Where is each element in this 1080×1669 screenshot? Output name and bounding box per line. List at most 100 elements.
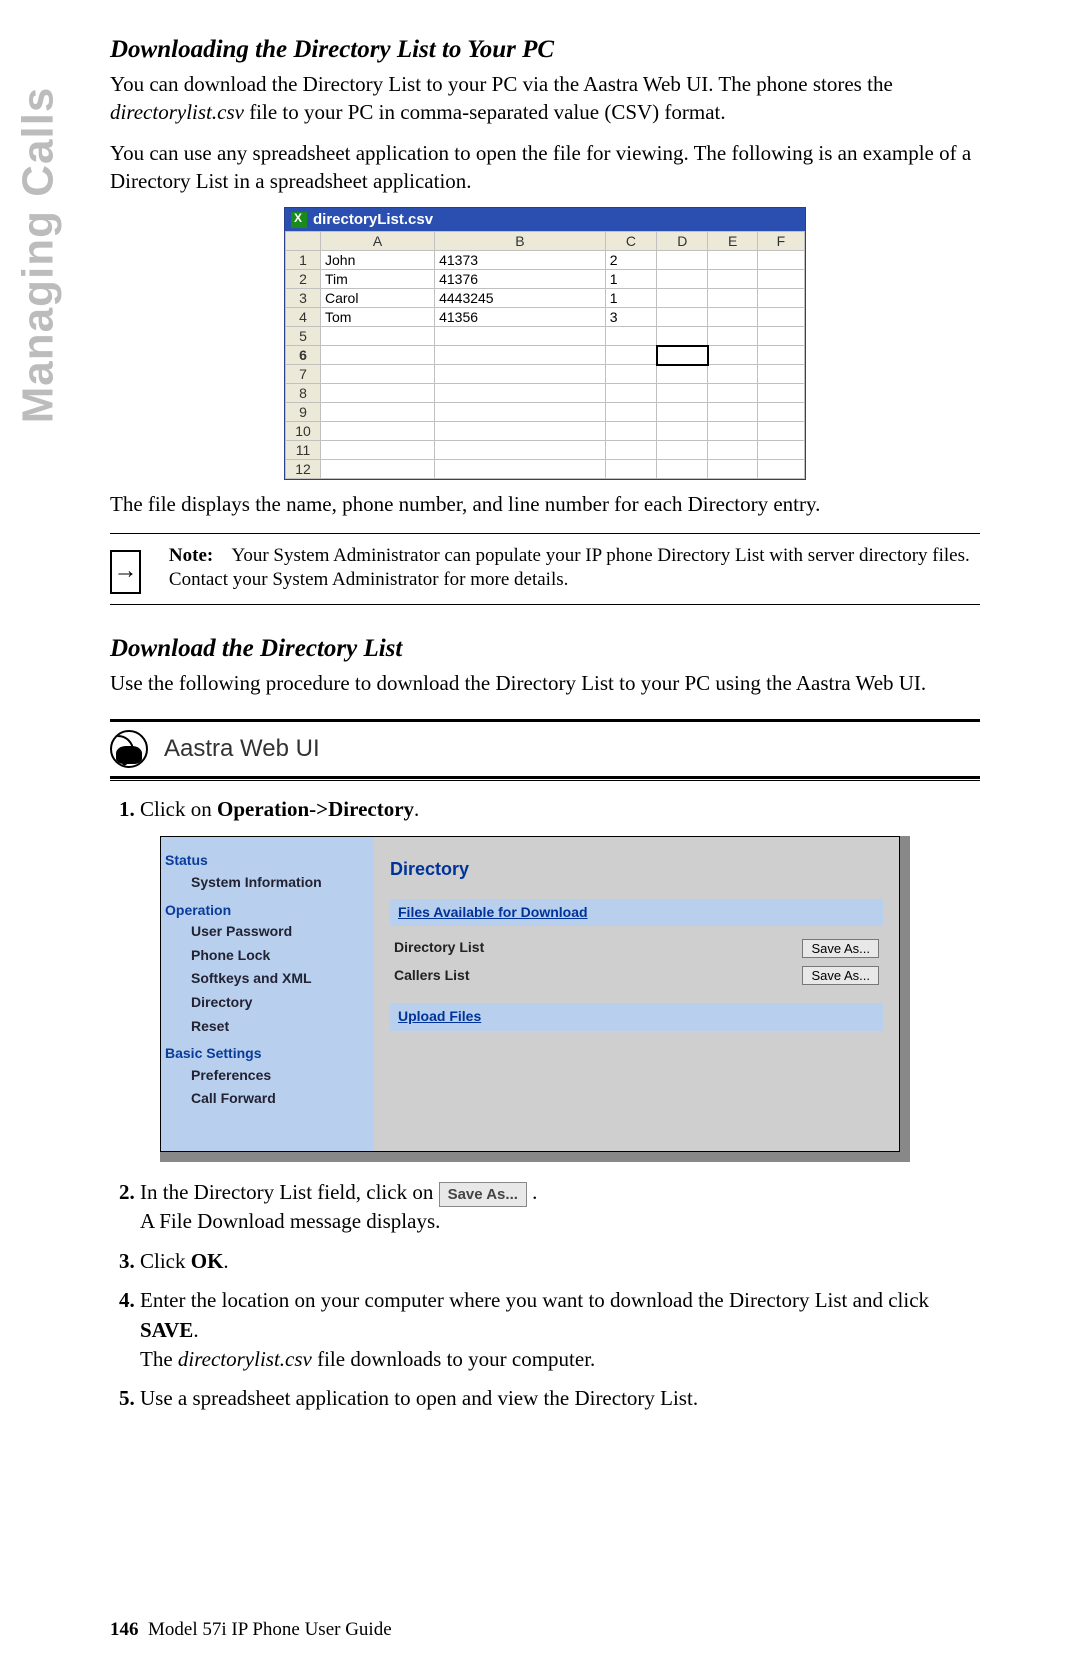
- section-upload-files: Upload Files: [390, 1003, 883, 1031]
- save-label: SAVE: [140, 1318, 193, 1342]
- chapter-side-title: Managing Calls: [13, 87, 63, 424]
- steps-list: Click on Operation->Directory. Status Sy…: [110, 795, 980, 1414]
- label: Directory List: [394, 938, 484, 958]
- nav-section-basic[interactable]: Basic Settings: [165, 1044, 370, 1064]
- nav-section-operation[interactable]: Operation: [165, 901, 370, 921]
- cell: John: [321, 251, 435, 270]
- nav-item-phonelock[interactable]: Phone Lock: [191, 944, 370, 968]
- ok-label: OK: [191, 1249, 224, 1273]
- cell: 4443245: [435, 289, 606, 308]
- table-row: 1John413732: [286, 251, 805, 270]
- nav-item-prefs[interactable]: Preferences: [191, 1064, 370, 1088]
- nav-item-reset[interactable]: Reset: [191, 1015, 370, 1039]
- row-header: 6: [286, 346, 321, 365]
- save-as-button[interactable]: Save As...: [802, 939, 879, 958]
- table-row: 2Tim413761: [286, 270, 805, 289]
- nav-item-softkeys[interactable]: Softkeys and XML: [191, 967, 370, 991]
- save-as-button[interactable]: Save As...: [802, 966, 879, 985]
- spreadsheet-grid: A B C D E F 1John413732 2Tim413761 3Caro…: [285, 231, 805, 479]
- text: file to your PC in comma-separated value…: [249, 100, 725, 124]
- spreadsheet-titlebar: directoryList.csv: [285, 208, 805, 231]
- para-procedure: Use the following procedure to download …: [110, 669, 980, 697]
- col-header: D: [657, 232, 708, 251]
- table-row: 4Tom413563: [286, 308, 805, 327]
- aastra-bar: Aastra Web UI: [110, 719, 980, 781]
- row-header: 5: [286, 327, 321, 346]
- row-header: 12: [286, 460, 321, 479]
- step-1: Click on Operation->Directory. Status Sy…: [140, 795, 980, 1162]
- nav-section-status[interactable]: Status: [165, 851, 370, 871]
- page-footer: 146 Model 57i IP Phone User Guide: [110, 1619, 392, 1641]
- text: .: [223, 1249, 228, 1273]
- step-5: Use a spreadsheet application to open an…: [140, 1384, 980, 1413]
- table-row: 10: [286, 422, 805, 441]
- row-header: 9: [286, 403, 321, 422]
- col-header: A: [321, 232, 435, 251]
- page: Managing Calls Downloading the Directory…: [0, 0, 1080, 1669]
- page-title: Directory: [390, 857, 883, 882]
- text: .: [532, 1180, 537, 1204]
- save-as-inline-button: Save As...: [439, 1182, 527, 1207]
- cell: Tom: [321, 308, 435, 327]
- note-block: → Note: Your System Administrator can po…: [110, 533, 980, 605]
- table-row: 3Carol44432451: [286, 289, 805, 308]
- cell: 2: [605, 251, 656, 270]
- row-header: 11: [286, 441, 321, 460]
- section-files-download: Files Available for Download: [390, 899, 883, 927]
- cell: 41356: [435, 308, 606, 327]
- globe-icon: [110, 730, 148, 768]
- para-intro-2: You can use any spreadsheet application …: [110, 139, 980, 196]
- spreadsheet-filename: directoryList.csv: [313, 211, 433, 228]
- note-text: Note: Your System Administrator can popu…: [169, 544, 980, 593]
- menu-path: Operation->Directory: [217, 797, 414, 821]
- row-header: 4: [286, 308, 321, 327]
- text: .: [193, 1318, 198, 1342]
- heading-download-pc: Downloading the Directory List to Your P…: [110, 36, 980, 64]
- text: You can download the Directory List to y…: [110, 72, 893, 96]
- step-2: In the Directory List field, click on Sa…: [140, 1178, 980, 1237]
- text: Click: [140, 1249, 191, 1273]
- table-row: 8: [286, 384, 805, 403]
- table-row: 11: [286, 441, 805, 460]
- para-file-displays: The file displays the name, phone number…: [110, 490, 980, 518]
- text: In the Directory List field, click on: [140, 1180, 439, 1204]
- col-header: B: [435, 232, 606, 251]
- row-header: 3: [286, 289, 321, 308]
- text: The: [140, 1347, 178, 1371]
- nav-item-sysinfo[interactable]: System Information: [191, 871, 370, 895]
- cell: 1: [605, 289, 656, 308]
- cell: 3: [605, 308, 656, 327]
- text: A File Download message displays.: [140, 1209, 440, 1233]
- filename: directorylist.csv: [178, 1347, 312, 1371]
- note-label: Note:: [169, 545, 213, 566]
- webui-sidebar: Status System Information Operation User…: [161, 837, 374, 1151]
- nav-item-callfwd[interactable]: Call Forward: [191, 1087, 370, 1111]
- text: Use a spreadsheet application to open an…: [140, 1386, 698, 1410]
- row-header: 1: [286, 251, 321, 270]
- table-row: 5: [286, 327, 805, 346]
- cell: 41376: [435, 270, 606, 289]
- heading-download-list: Download the Directory List: [110, 635, 980, 663]
- col-header: F: [757, 232, 804, 251]
- nav-item-userpw[interactable]: User Password: [191, 920, 370, 944]
- col-header: C: [605, 232, 656, 251]
- col-header: E: [708, 232, 757, 251]
- row-header: 10: [286, 422, 321, 441]
- text: Enter the location on your computer wher…: [140, 1288, 929, 1312]
- filename: directorylist.csv: [110, 100, 244, 124]
- row-header: 7: [286, 365, 321, 384]
- spreadsheet-window: directoryList.csv A B C D E F 1John41373…: [284, 207, 806, 480]
- download-row-directory: Directory List Save As...: [390, 934, 883, 962]
- nav-item-directory[interactable]: Directory: [191, 991, 370, 1015]
- corner-cell: [286, 232, 321, 251]
- table-row: 7: [286, 365, 805, 384]
- arrow-right-icon: →: [110, 550, 141, 594]
- webui-main: Directory Files Available for Download D…: [374, 837, 899, 1151]
- cell: 41373: [435, 251, 606, 270]
- row-header: 8: [286, 384, 321, 403]
- table-row: 12: [286, 460, 805, 479]
- footer-title: Model 57i IP Phone User Guide: [148, 1619, 392, 1640]
- cell: 1: [605, 270, 656, 289]
- text: Click on: [140, 797, 217, 821]
- step-4: Enter the location on your computer wher…: [140, 1286, 980, 1374]
